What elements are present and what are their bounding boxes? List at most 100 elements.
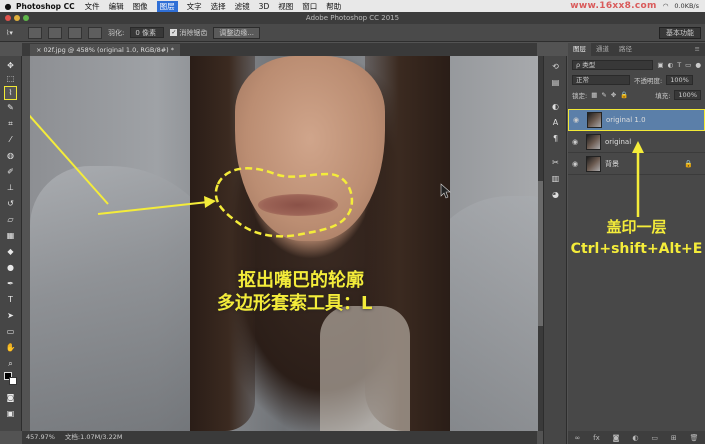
refine-edge-button[interactable]: 调整边缘... [213, 26, 261, 39]
document-size[interactable]: 文档:1.07M/3.22M [65, 431, 123, 444]
lock-row: 锁定: ▦ ✎ ✥ 🔒 填充: 100% [568, 89, 705, 101]
properties-panel-icon[interactable]: ▤ [550, 78, 561, 88]
menu-help[interactable]: 帮助 [326, 1, 341, 12]
document-tab[interactable]: × 02f.jpg @ 458% (original 1.0, RGB/8#) … [30, 44, 181, 56]
menu-view[interactable]: 视图 [278, 1, 293, 12]
eyedropper-tool-icon[interactable]: ⁄ [4, 134, 17, 145]
brush-tool-icon[interactable]: ✐ [4, 166, 17, 177]
menu-select[interactable]: 选择 [211, 1, 226, 12]
zoom-level[interactable]: 457.97% [26, 431, 55, 444]
menu-layer[interactable]: 图层 [156, 0, 178, 12]
clone-stamp-tool-icon[interactable]: ⊥ [4, 182, 17, 193]
subtract-selection-icon[interactable] [68, 26, 82, 39]
menu-filter[interactable]: 滤镜 [235, 1, 250, 12]
lock-all-icon[interactable]: 🔒 [620, 91, 628, 99]
document-canvas[interactable]: 抠出嘴巴的轮廓 多边形套索工具：L [30, 56, 538, 431]
layer-thumbnail[interactable] [586, 133, 601, 150]
layer-style-icon[interactable]: fx [593, 434, 600, 442]
layer-thumbnail[interactable] [586, 155, 601, 172]
menu-file[interactable]: 文件 [85, 1, 100, 12]
character-panel-icon[interactable]: A [550, 118, 561, 128]
opacity-input[interactable]: 100% [666, 75, 693, 85]
menu-app-name[interactable]: Photoshop CC [16, 2, 75, 11]
add-to-selection-icon[interactable] [48, 26, 62, 39]
delete-layer-icon[interactable]: 🗑 [690, 434, 699, 442]
fill-input[interactable]: 100% [674, 90, 701, 100]
workspace-select[interactable]: 基本功能 [659, 26, 701, 39]
quick-selection-tool-icon[interactable]: ✎ [4, 102, 17, 113]
background-color-swatch[interactable] [9, 377, 17, 385]
lock-pixels-icon[interactable]: ▦ [591, 91, 597, 99]
tab-layers[interactable]: 图层 [568, 43, 591, 56]
new-adjustment-icon[interactable]: ◐ [632, 434, 638, 442]
close-window-button[interactable] [5, 15, 11, 21]
panel-menu-icon[interactable]: ≡ [690, 43, 705, 56]
lasso-tool-preset-icon[interactable]: ⌇▾ [6, 29, 22, 37]
eraser-tool-icon[interactable]: ▱ [4, 214, 17, 225]
lock-position-icon[interactable]: ✥ [611, 91, 616, 99]
new-layer-icon[interactable]: ⊞ [671, 434, 677, 442]
panel-caption-line-1: 盖印一层 [606, 218, 667, 236]
brush-panel-icon[interactable]: ▥ [550, 174, 561, 184]
visibility-eye-icon[interactable]: ◉ [568, 160, 582, 168]
minimize-window-button[interactable] [14, 15, 20, 21]
filter-type-icon[interactable]: T [677, 61, 681, 69]
visibility-eye-icon[interactable]: ◉ [568, 138, 582, 146]
blur-tool-icon[interactable]: ◆ [4, 246, 17, 257]
filter-shape-icon[interactable]: ▭ [685, 61, 691, 69]
tools-presets-icon[interactable]: ✂ [550, 158, 561, 168]
lock-paint-icon[interactable]: ✎ [601, 91, 606, 99]
adjustments-panel-icon[interactable]: ◐ [550, 102, 561, 112]
filter-adjustment-icon[interactable]: ◐ [668, 61, 674, 69]
color-panel-icon[interactable]: ◕ [550, 190, 561, 200]
menu-type[interactable]: 文字 [187, 1, 202, 12]
panel-caption-line-2: Ctrl+shift+Alt+E [570, 241, 703, 257]
healing-brush-tool-icon[interactable]: ◍ [4, 150, 17, 161]
intersect-selection-icon[interactable] [88, 26, 102, 39]
hand-tool-icon[interactable]: ✋ [4, 342, 17, 353]
history-brush-tool-icon[interactable]: ↺ [4, 198, 17, 209]
new-selection-icon[interactable] [28, 26, 42, 39]
tab-channels[interactable]: 通道 [591, 43, 614, 56]
menu-edit[interactable]: 编辑 [109, 1, 124, 12]
menu-window[interactable]: 窗口 [302, 1, 317, 12]
layer-filter-select[interactable]: ρ 类型 [572, 60, 654, 70]
layer-name[interactable]: original [605, 138, 631, 146]
antialias-checkbox[interactable]: ✓ 消除锯齿 [170, 28, 207, 38]
rectangle-tool-icon[interactable]: ▭ [4, 326, 17, 337]
dodge-tool-icon[interactable]: ● [4, 262, 17, 273]
menu-image[interactable]: 图像 [133, 1, 148, 12]
zoom-window-button[interactable] [23, 15, 29, 21]
move-tool-icon[interactable]: ✥ [4, 60, 17, 71]
pen-tool-icon[interactable]: ✒ [4, 278, 17, 289]
layer-row[interactable]: ◉ original 1.0 [568, 109, 705, 131]
tab-paths[interactable]: 路径 [614, 43, 637, 56]
filter-pixel-icon[interactable]: ▣ [657, 61, 663, 69]
gradient-tool-icon[interactable]: ▦ [4, 230, 17, 241]
wifi-icon[interactable]: ◠ [663, 2, 669, 10]
filter-toggle-icon[interactable]: ● [695, 61, 701, 69]
visibility-eye-icon[interactable]: ◉ [569, 116, 583, 124]
blend-mode-select[interactable]: 正常 [572, 75, 630, 85]
crop-tool-icon[interactable]: ⌗ [4, 118, 17, 129]
marquee-tool-icon[interactable]: ⬚ [4, 73, 17, 84]
paragraph-panel-icon[interactable]: ¶ [550, 134, 561, 144]
quick-mask-icon[interactable]: ◙ [4, 392, 17, 403]
screen-mode-icon[interactable]: ▣ [4, 408, 17, 419]
tab-close-icon[interactable]: × [36, 46, 44, 54]
polygonal-lasso-tool-icon[interactable]: ⌇ [4, 86, 17, 100]
add-mask-icon[interactable]: ◙ [613, 434, 620, 442]
zoom-tool-icon[interactable]: ⌕ [4, 358, 17, 369]
feather-input[interactable]: 0 像素 [130, 27, 165, 38]
type-tool-icon[interactable]: T [4, 294, 17, 305]
path-selection-tool-icon[interactable]: ➤ [4, 310, 17, 321]
menu-3d[interactable]: 3D [259, 2, 270, 11]
new-group-icon[interactable]: ▭ [651, 434, 658, 442]
layer-thumbnail[interactable] [587, 112, 602, 128]
link-layers-icon[interactable]: ∞ [574, 434, 580, 442]
layer-name[interactable]: 背景 [605, 159, 619, 169]
menu-bar: ● Photoshop CC 文件 编辑 图像 图层 文字 选择 滤镜 3D 视… [0, 0, 705, 12]
history-panel-icon[interactable]: ⟲ [550, 62, 561, 72]
layer-name[interactable]: original 1.0 [606, 116, 646, 124]
apple-icon[interactable]: ● [0, 2, 16, 11]
